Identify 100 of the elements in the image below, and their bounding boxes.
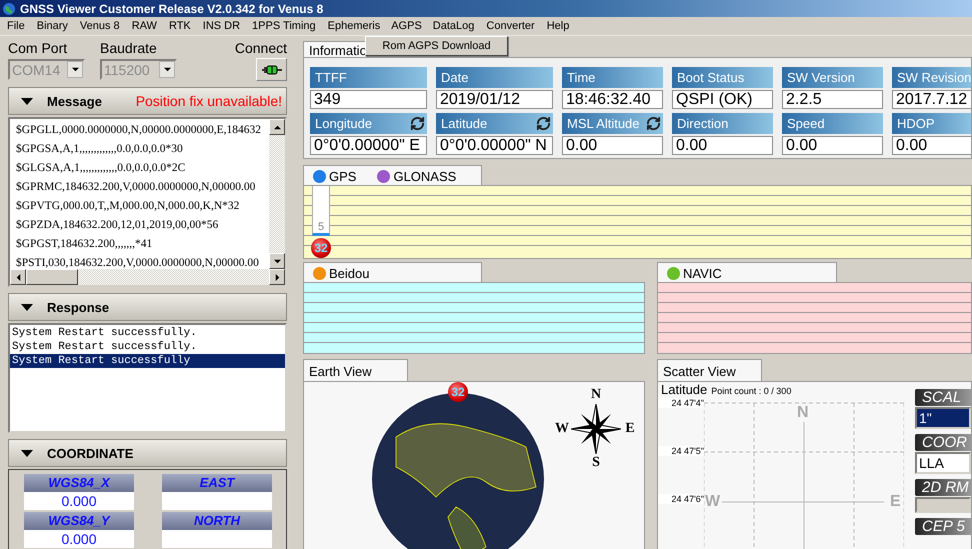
field-value: 18:46:32.40 (562, 90, 663, 109)
coordinate-label: WGS84_Y (24, 512, 134, 530)
menu-item[interactable]: RTK (162, 18, 197, 34)
com-port-label: Com Port (8, 40, 68, 56)
satellite-badge: 32 (311, 238, 331, 258)
constellation-tab[interactable]: NAVIC (657, 262, 837, 282)
caret-down-icon (164, 66, 170, 73)
field-header: Time (562, 67, 663, 88)
section-title: COORDINATE (47, 446, 134, 460)
field-value: 0.00 (782, 136, 883, 155)
compass-rose-icon (571, 404, 621, 454)
compass-letter: E (625, 421, 635, 437)
nmea-line: $GLGSA,A,1,,,,,,,,,,,,,0.0,0.0,0.0*2C (16, 161, 186, 176)
tick-label: 24 47'6" (658, 494, 704, 504)
field-header: SW Version (782, 67, 883, 88)
caret-down-icon (21, 450, 33, 456)
nmea-line: $GPGLL,0000.0000000,N,00000.0000000,E,184632 (16, 123, 262, 138)
nmea-line: $GPRMC,184632.200,V,0000.0000000,N,00000.00 (16, 180, 256, 195)
constellation-name: GLONASS (393, 169, 456, 184)
menu-item[interactable]: Help (540, 18, 576, 34)
field-value: 349 (310, 90, 427, 109)
menu-item[interactable]: Converter (480, 18, 541, 34)
field-header: Latitude (436, 113, 553, 134)
tick-label: 24 47'4" (658, 398, 704, 408)
response-line[interactable]: System Restart successfully. (10, 340, 285, 354)
field-value: 0.00 (562, 136, 663, 155)
window-title: GNSS Viewer Customer Release V2.0.342 for Venus 8 (20, 2, 324, 16)
refresh-icon[interactable] (646, 116, 661, 131)
satellite-badge: 32 (448, 382, 468, 402)
scroll-down-button[interactable] (269, 253, 285, 269)
point-count: Point count : 0 / 300 (711, 386, 792, 396)
field-header: Longitude (310, 113, 427, 134)
field-header: MSL Altitude (562, 113, 663, 134)
control-header: 2D RM (915, 479, 971, 496)
caret-down-icon (274, 258, 280, 264)
nmea-line: $GPZDA,184632.200,12,01,2019,00,00*56 (16, 218, 220, 233)
constellation-tab[interactable]: GPS GLONASS (303, 165, 482, 185)
earth-view-tab[interactable]: Earth View (303, 359, 408, 381)
field-header: HDOP (892, 113, 971, 134)
field-header: TTFF (310, 67, 427, 88)
scatter-view-tab[interactable]: Scatter View (657, 359, 762, 381)
field-header: Direction (672, 113, 773, 134)
menu-item[interactable]: Ephemeris (322, 18, 386, 34)
constellation-tab[interactable]: Beidou (303, 262, 482, 282)
menu-item[interactable]: AGPS (386, 19, 427, 33)
scroll-up-button[interactable] (269, 119, 285, 135)
menu-item[interactable]: RAW (126, 18, 163, 34)
snr-value: 5 (318, 221, 324, 233)
field-value: 2.2.5 (782, 90, 883, 109)
coordinate-value: 0.000 (24, 492, 134, 510)
menu-item[interactable]: 1PPS Timing (246, 18, 322, 34)
control-header: CEP 5 (915, 518, 971, 535)
connect-button[interactable] (256, 58, 287, 81)
field-value: QSPI (OK) (672, 90, 773, 109)
section-header[interactable]: COORDINATE (8, 439, 287, 467)
coordinate-value: 0.000 (24, 530, 134, 548)
compass-letter: N (590, 387, 602, 403)
globe-icon (2, 2, 16, 16)
section-title: Response (47, 300, 110, 314)
nmea-line: $GPVTG,000.00,T,,M,000.00,N,000.00,K,N*32 (16, 199, 240, 214)
caret-up-icon (274, 124, 280, 130)
coordinate-label: NORTH (162, 512, 272, 530)
scroll-left-button[interactable] (10, 269, 26, 285)
caret-right-icon (274, 274, 280, 280)
field-header: Boot Status (672, 67, 773, 88)
field-value: 0.00 (672, 136, 773, 155)
connect-label: Connect (234, 40, 287, 56)
menu-item[interactable]: DataLog (426, 18, 480, 34)
control-field[interactable] (915, 497, 971, 513)
menu-item[interactable]: Binary (30, 18, 74, 34)
compass-letter: S (592, 455, 600, 471)
field-header: Speed (782, 113, 883, 134)
coordinate-label: EAST (162, 474, 272, 492)
menu-item[interactable]: INS DR (196, 18, 246, 34)
nmea-line: $GPGSA,A,1,,,,,,,,,,,,,0.0,0.0,0.0*30 (16, 142, 184, 157)
field-value: 0°0'0.00000" E (310, 136, 427, 155)
field-header: Date (436, 67, 553, 88)
baudrate-label: Baudrate (100, 40, 157, 56)
scroll-right-button[interactable] (269, 269, 285, 285)
control-field[interactable]: 1" (915, 407, 971, 429)
tick-label: 24 47'5" (658, 446, 704, 456)
scroll-thumb[interactable] (26, 269, 78, 285)
section-header[interactable]: Response (8, 293, 287, 321)
menu-item[interactable]: File (1, 18, 31, 34)
caret-down-icon (21, 98, 33, 104)
response-line[interactable]: System Restart successfully. (10, 326, 285, 340)
field-value: 0.00 (892, 136, 971, 155)
vertical-scrollbar[interactable] (269, 119, 285, 269)
refresh-icon[interactable] (536, 116, 551, 131)
control-field[interactable]: LLA (915, 452, 971, 474)
horizontal-scrollbar[interactable] (10, 269, 285, 285)
caret-down-icon (72, 66, 78, 73)
nmea-line: $PSTI,030,184632.200,V,0000.0000000,N,00000.00 (16, 256, 260, 269)
coordinate-label: WGS84_X (24, 474, 134, 492)
caret-down-icon (21, 304, 33, 310)
section-header[interactable]: Message Position fix unavailable! (8, 87, 287, 115)
direction-letter: N (797, 404, 809, 422)
menu-item[interactable]: Venus 8 (74, 18, 126, 34)
refresh-icon[interactable] (410, 116, 425, 131)
dropdown-item[interactable]: Rom AGPS Download (366, 37, 507, 55)
